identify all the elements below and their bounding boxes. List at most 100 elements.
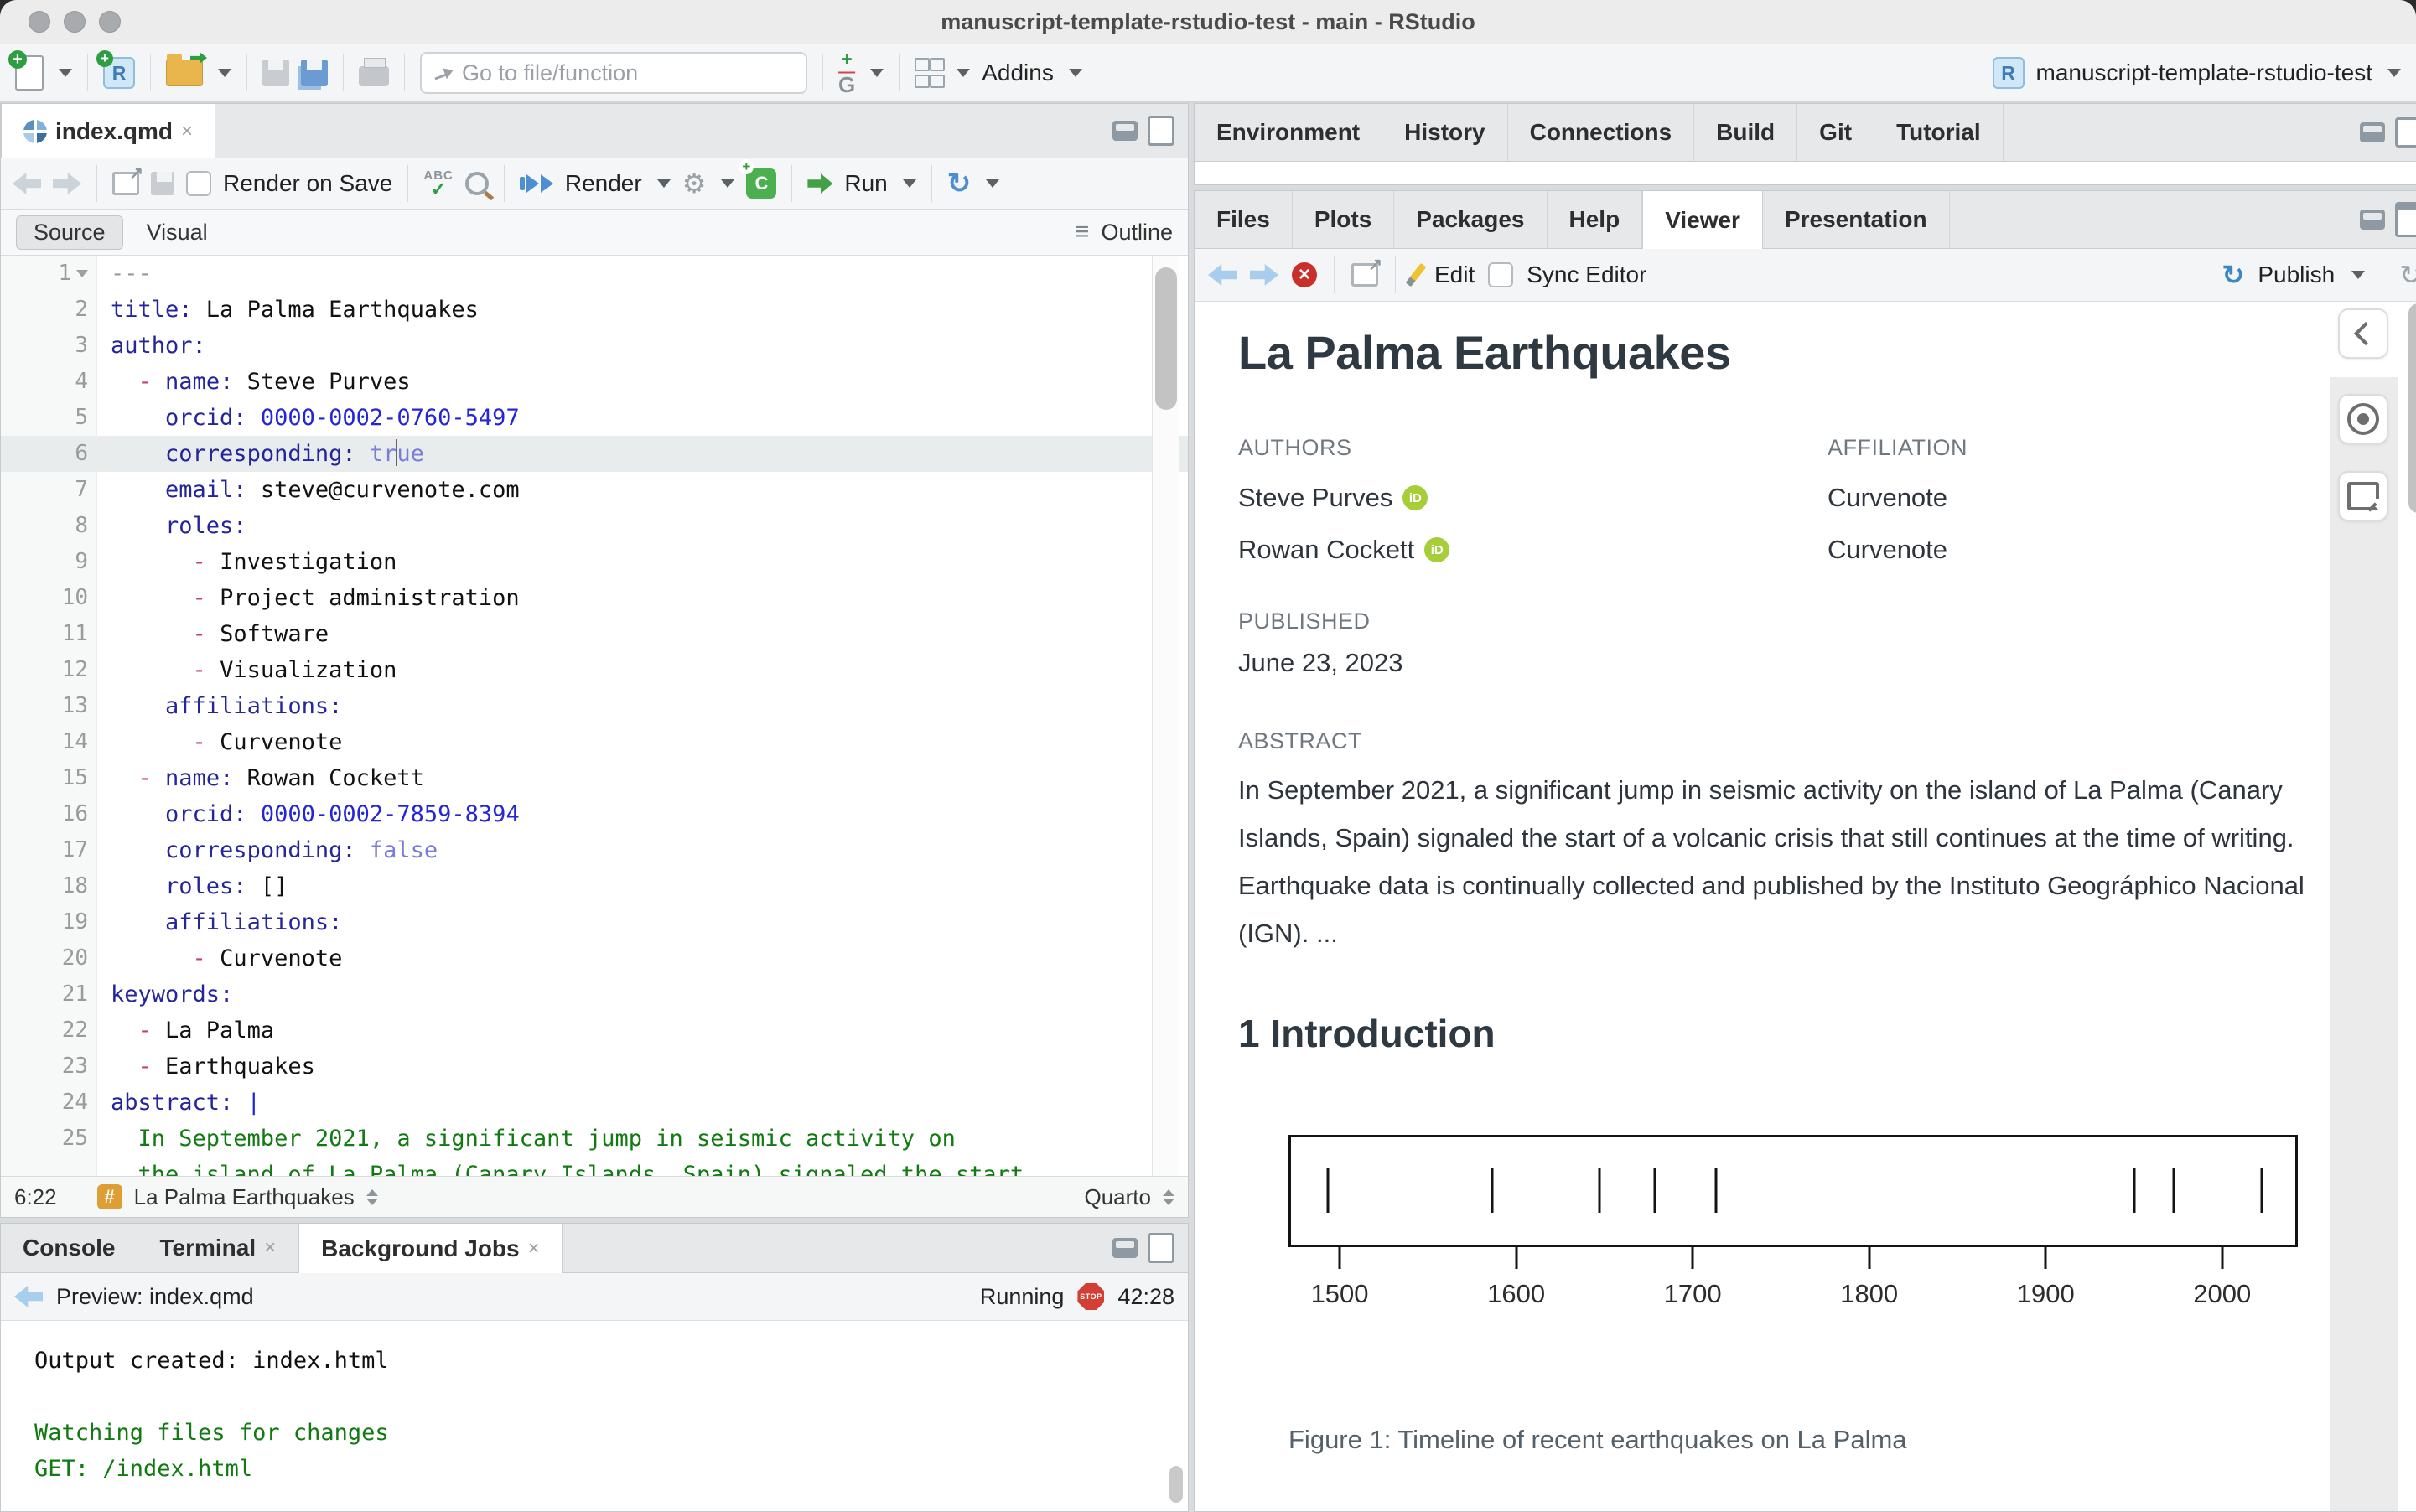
code-line[interactable]: 20 - Curvenote bbox=[1, 940, 1188, 976]
project-menu-button[interactable]: manuscript-template-rstudio-test bbox=[2036, 60, 2372, 86]
fold-arrow-icon[interactable] bbox=[76, 270, 88, 277]
print-icon[interactable] bbox=[359, 58, 389, 86]
close-tab-icon[interactable]: × bbox=[264, 1236, 276, 1260]
edit-button[interactable]: Edit bbox=[1434, 261, 1475, 288]
tab-build[interactable]: Build bbox=[1694, 104, 1798, 161]
run-dropdown[interactable] bbox=[902, 179, 916, 188]
run-icon[interactable] bbox=[807, 173, 833, 194]
new-file-icon[interactable]: + bbox=[8, 50, 44, 91]
code-line[interactable]: 3 author: bbox=[1, 328, 1188, 364]
tab-terminal[interactable]: Terminal × bbox=[137, 1224, 299, 1272]
code-line[interactable]: 16 orcid: 0000-0002-7859-8394 bbox=[1, 796, 1188, 832]
outline-button[interactable]: Outline bbox=[1101, 220, 1173, 246]
viewer-scrollbar[interactable] bbox=[2408, 303, 2416, 513]
close-tab-icon[interactable]: × bbox=[181, 120, 193, 143]
code-line[interactable]: 17 corresponding: false bbox=[1, 832, 1188, 868]
minimize-pane-icon[interactable] bbox=[1112, 121, 1138, 141]
panes-layout-dropdown[interactable] bbox=[957, 69, 971, 77]
new-file-dropdown[interactable] bbox=[59, 69, 72, 77]
insert-chunk-icon[interactable]: C bbox=[739, 159, 777, 199]
addins-button[interactable]: Addins bbox=[982, 60, 1054, 86]
tab-presentation[interactable]: Presentation bbox=[1763, 191, 1950, 248]
addins-dropdown[interactable] bbox=[1068, 69, 1082, 77]
code-line[interactable]: 19 affiliations: bbox=[1, 904, 1188, 940]
collapse-margin-button[interactable] bbox=[2338, 308, 2388, 359]
code-line[interactable]: 23 - Earthquakes bbox=[1, 1049, 1188, 1085]
code-line[interactable]: the island of La Palma (Canary Islands, … bbox=[1, 1157, 1188, 1176]
code-line[interactable]: 5 orcid: 0000-0002-0760-5497 bbox=[1, 400, 1188, 436]
visual-toggle-button[interactable]: Visual bbox=[130, 216, 225, 249]
code-line[interactable]: 14 - Curvenote bbox=[1, 724, 1188, 760]
code-line[interactable]: 9 - Investigation bbox=[1, 544, 1188, 580]
forward-icon[interactable] bbox=[53, 173, 81, 194]
minimize-pane-icon[interactable] bbox=[2360, 210, 2385, 230]
code-line[interactable]: 21 keywords: bbox=[1, 976, 1188, 1012]
goto-file-input[interactable]: Go to file/function bbox=[420, 52, 807, 94]
run-button[interactable]: Run bbox=[844, 170, 887, 197]
publish-dropdown[interactable] bbox=[2351, 271, 2366, 279]
render-on-save-checkbox[interactable] bbox=[186, 171, 211, 196]
gear-icon[interactable]: ⚙ bbox=[682, 170, 707, 197]
section-selector[interactable]: La Palma Earthquakes bbox=[134, 1184, 355, 1210]
refresh-icon[interactable]: ↻ bbox=[2399, 261, 2416, 288]
close-tab-icon[interactable]: × bbox=[528, 1237, 540, 1261]
code-line[interactable]: 22 - La Palma bbox=[1, 1012, 1188, 1049]
preview-back-icon[interactable] bbox=[14, 1286, 43, 1307]
minimize-pane-icon[interactable] bbox=[1112, 1238, 1138, 1258]
settings-dropdown[interactable] bbox=[721, 179, 735, 188]
maximize-pane-icon[interactable] bbox=[1148, 116, 1174, 146]
render-button[interactable]: Render bbox=[565, 170, 642, 197]
sync-editor-checkbox[interactable] bbox=[1488, 262, 1514, 287]
code-line[interactable]: 12 - Visualization bbox=[1, 652, 1188, 688]
rerun-icon[interactable]: ↻ bbox=[947, 169, 972, 198]
open-file-icon[interactable] bbox=[166, 52, 207, 86]
code-editor[interactable]: 1 --- 2 title: La Palma Earthquakes 3 author:… bbox=[1, 256, 1188, 1176]
save-document-icon[interactable] bbox=[151, 172, 174, 195]
maximize-pane-icon[interactable] bbox=[2395, 117, 2416, 148]
tab-help[interactable]: Help bbox=[1548, 191, 1643, 248]
tab-git[interactable]: Git bbox=[1797, 104, 1875, 161]
new-project-icon[interactable]: + R bbox=[96, 50, 135, 89]
version-control-dropdown[interactable] bbox=[870, 69, 884, 77]
minimize-pane-icon[interactable] bbox=[2360, 122, 2385, 142]
maximize-pane-icon[interactable] bbox=[1148, 1233, 1174, 1263]
annotation-button[interactable] bbox=[2338, 471, 2388, 521]
tab-history[interactable]: History bbox=[1382, 104, 1508, 161]
tab-files[interactable]: Files bbox=[1195, 191, 1293, 248]
render-dropdown[interactable] bbox=[656, 179, 671, 188]
code-line[interactable]: 24 abstract: | bbox=[1, 1085, 1188, 1121]
search-icon[interactable] bbox=[464, 172, 489, 195]
tab-connections[interactable]: Connections bbox=[1508, 104, 1695, 161]
editor-scrollbar[interactable] bbox=[1152, 256, 1179, 1176]
mode-updown-icon[interactable] bbox=[1163, 1188, 1174, 1205]
panes-layout-icon[interactable] bbox=[915, 58, 946, 88]
tab-plots[interactable]: Plots bbox=[1293, 191, 1395, 248]
code-line[interactable]: 18 roles: [] bbox=[1, 868, 1188, 904]
save-icon[interactable] bbox=[262, 60, 289, 86]
tab-environment[interactable]: Environment bbox=[1195, 104, 1383, 161]
rerun-dropdown[interactable] bbox=[986, 179, 1000, 188]
source-toggle-button[interactable]: Source bbox=[16, 215, 123, 250]
tab-packages[interactable]: Packages bbox=[1394, 191, 1548, 248]
code-line[interactable]: 7 email: steve@curvenote.com bbox=[1, 472, 1188, 508]
maximize-pane-icon[interactable] bbox=[2395, 202, 2416, 237]
code-line[interactable]: 10 - Project administration bbox=[1, 580, 1188, 616]
version-control-icon[interactable]: + — G bbox=[838, 50, 855, 96]
code-line[interactable]: 11 - Software bbox=[1, 616, 1188, 652]
tab-index-qmd[interactable]: index.qmd × bbox=[1, 104, 216, 158]
publish-button[interactable]: Publish bbox=[2258, 261, 2335, 288]
section-updown-icon[interactable] bbox=[366, 1188, 378, 1205]
code-line[interactable]: 1 --- bbox=[1, 256, 1188, 292]
viewer-forward-icon[interactable] bbox=[1250, 264, 1278, 286]
tab-console[interactable]: Console bbox=[1, 1224, 138, 1272]
code-line[interactable]: 25 In September 2021, a significant jump… bbox=[1, 1121, 1188, 1157]
code-line[interactable]: 13 affiliations: bbox=[1, 688, 1188, 724]
code-line[interactable]: 8 roles: bbox=[1, 508, 1188, 544]
code-line[interactable]: 4 - name: Steve Purves bbox=[1, 364, 1188, 400]
tab-background-jobs[interactable]: Background Jobs × bbox=[298, 1224, 563, 1273]
code-line[interactable]: 2 title: La Palma Earthquakes bbox=[1, 292, 1188, 328]
render-icon[interactable] bbox=[519, 174, 553, 193]
back-icon[interactable] bbox=[13, 173, 41, 194]
spellcheck-icon[interactable]: ABC ✓ bbox=[423, 169, 454, 199]
code-line[interactable]: 6 corresponding: true bbox=[1, 436, 1188, 472]
